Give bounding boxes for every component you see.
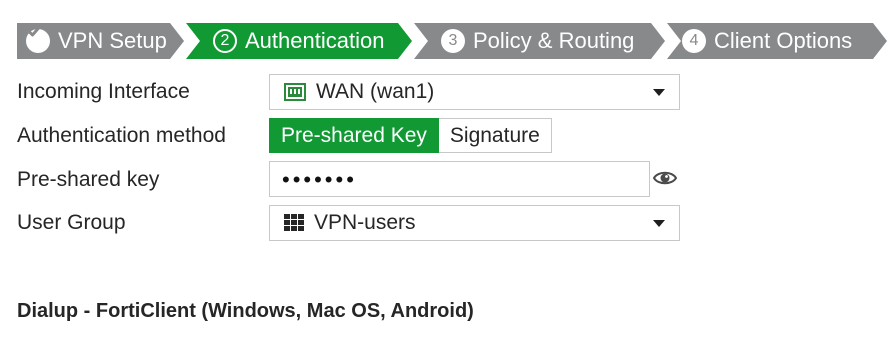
step-vpn-setup-label: VPN Setup — [58, 28, 167, 53]
step-client-options-label: Client Options — [714, 28, 853, 53]
chevron-down-icon — [653, 220, 665, 227]
wizard-steps: VPN Setup 2 Authentication 3 Policy & Ro… — [0, 0, 890, 80]
preshared-key-value: ••••••• — [282, 167, 357, 192]
step-client-options[interactable]: 4 Client Options — [682, 23, 852, 59]
auth-option-signature[interactable]: Signature — [438, 118, 552, 153]
step-number-icon: 3 — [441, 29, 465, 53]
step-number-icon: 2 — [213, 29, 237, 53]
step-authentication[interactable]: 2 Authentication — [213, 23, 384, 59]
auth-method-label: Authentication method — [17, 124, 226, 147]
step-number-icon: 4 — [682, 29, 706, 53]
user-group-select[interactable]: VPN-users — [269, 205, 680, 241]
incoming-interface-select[interactable]: WAN (wan1) — [269, 74, 680, 110]
chevron-down-icon — [653, 89, 665, 96]
auth-method-toggle: Pre-shared Key Signature — [269, 118, 552, 153]
preshared-key-input[interactable]: ••••••• — [269, 161, 650, 197]
step-authentication-label: Authentication — [245, 28, 385, 53]
step-vpn-setup[interactable]: VPN Setup — [26, 23, 167, 59]
user-group-label: User Group — [17, 211, 126, 234]
check-icon — [26, 26, 50, 53]
user-group-value: VPN-users — [314, 211, 416, 234]
step-policy-routing[interactable]: 3 Policy & Routing — [441, 23, 634, 59]
network-port-icon — [284, 83, 306, 101]
step-policy-routing-label: Policy & Routing — [473, 28, 635, 53]
preshared-key-label: Pre-shared key — [17, 168, 160, 191]
auth-option-preshared-key[interactable]: Pre-shared Key — [269, 118, 439, 153]
eye-icon[interactable] — [652, 167, 678, 194]
incoming-interface-label: Incoming Interface — [17, 80, 190, 103]
incoming-interface-value: WAN (wan1) — [316, 80, 435, 103]
section-title: Dialup - FortiClient (Windows, Mac OS, A… — [17, 300, 474, 322]
user-group-icon — [284, 214, 304, 232]
